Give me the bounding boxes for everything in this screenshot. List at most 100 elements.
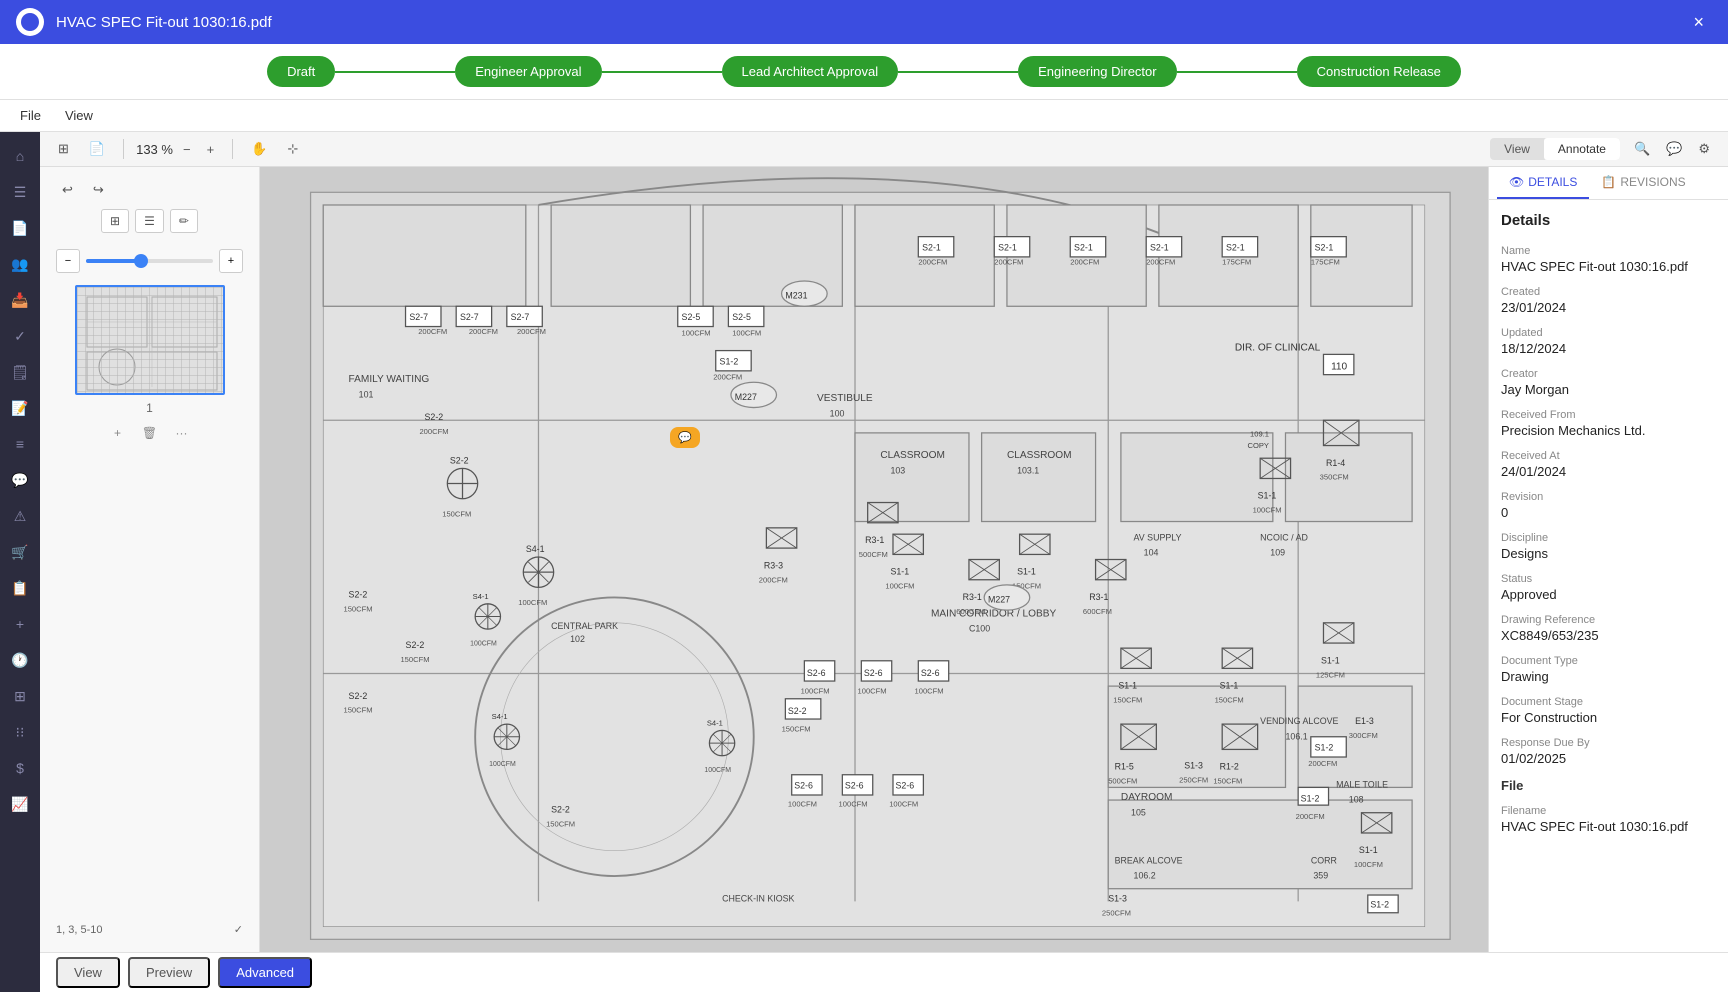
svg-text:200CFM: 200CFM <box>418 327 447 336</box>
workflow-pill-architect[interactable]: Lead Architect Approval <box>722 56 899 87</box>
sidebar-icon-inbox[interactable]: 📥 <box>4 284 36 316</box>
sidebar-icon-users[interactable]: 👥 <box>4 248 36 280</box>
page-mark-btn[interactable]: ✓ <box>234 923 243 936</box>
comment-bubble[interactable]: 💬 <box>670 427 700 448</box>
svg-text:CORR: CORR <box>1311 855 1337 865</box>
detail-received-from: Received From Precision Mechanics Ltd. <box>1501 409 1716 438</box>
sidebar-icon-menu[interactable]: ☰ <box>4 176 36 208</box>
workflow-pill-engineer[interactable]: Engineer Approval <box>455 56 601 87</box>
sidebar-icon-chart[interactable]: 📈 <box>4 788 36 820</box>
sidebar-icon-plus[interactable]: + <box>4 608 36 640</box>
svg-text:M227: M227 <box>988 595 1010 605</box>
document-icon-btn[interactable]: 📄 <box>83 138 111 160</box>
svg-text:S1-1: S1-1 <box>1258 491 1277 501</box>
menu-bar: File View <box>0 100 1728 132</box>
detail-status-value: Approved <box>1501 587 1716 602</box>
svg-text:S2-7: S2-7 <box>409 312 428 322</box>
svg-text:100CFM: 100CFM <box>839 799 868 808</box>
tab-details[interactable]: 👁 DETAILS <box>1497 167 1589 199</box>
sidebar-icon-doc2[interactable]: 📝 <box>4 392 36 424</box>
detail-doc-stage: Document Stage For Construction <box>1501 696 1716 725</box>
sidebar-icon-clock[interactable]: 🕐 <box>4 644 36 676</box>
svg-text:S1-1: S1-1 <box>1321 655 1340 665</box>
app-logo <box>16 8 44 36</box>
select-btn[interactable]: ⊹ <box>281 138 304 160</box>
svg-text:175CFM: 175CFM <box>1311 257 1340 266</box>
thumbnail-toggle-btn[interactable]: ⊞ <box>52 138 75 160</box>
sidebar-icon-file2[interactable]: 📋 <box>4 572 36 604</box>
svg-text:S1-1: S1-1 <box>1220 681 1239 691</box>
delete-page-btn[interactable]: 🗑 <box>138 421 162 445</box>
detail-revision-value: 0 <box>1501 505 1716 520</box>
detail-file-section-label: File <box>1501 778 1716 793</box>
workflow-pill-director[interactable]: Engineering Director <box>1018 56 1177 87</box>
svg-text:R1-5: R1-5 <box>1115 762 1134 772</box>
bottom-tab-view[interactable]: View <box>56 957 120 988</box>
zoom-slider-minus[interactable]: − <box>56 249 80 273</box>
svg-text:100CFM: 100CFM <box>801 687 830 696</box>
sidebar-icon-check[interactable]: ✓ <box>4 320 36 352</box>
redo-btn[interactable]: ↪ <box>87 179 110 201</box>
zoom-in-btn[interactable]: + <box>201 139 221 160</box>
thumb-grid-btn[interactable]: ⊞ <box>101 209 129 233</box>
sidebar-icon-list2[interactable]: ⁝⁝ <box>4 716 36 748</box>
svg-text:CLASSROOM: CLASSROOM <box>1007 450 1072 461</box>
sidebar-icon-warning[interactable]: ⚠ <box>4 500 36 532</box>
comment-btn[interactable]: 💬 <box>1660 138 1688 160</box>
svg-text:109: 109 <box>1270 548 1285 558</box>
svg-text:S2-1: S2-1 <box>1226 243 1245 253</box>
menu-file[interactable]: File <box>16 106 45 125</box>
blueprint-container: 💬 <box>260 167 1488 952</box>
workflow-line-4 <box>1177 71 1297 73</box>
tab-revisions[interactable]: 📋 REVISIONS <box>1589 167 1697 199</box>
svg-text:100CFM: 100CFM <box>885 582 914 591</box>
detail-received-from-value: Precision Mechanics Ltd. <box>1501 423 1716 438</box>
settings-btn[interactable]: ⚙ <box>1692 138 1716 160</box>
undo-btn[interactable]: ↩ <box>56 179 79 201</box>
page-range: 1, 3, 5-10 ✓ <box>48 915 251 944</box>
sidebar-icon-comment[interactable]: 💬 <box>4 464 36 496</box>
pan-btn[interactable]: ✋ <box>245 138 273 160</box>
zoom-out-btn[interactable]: − <box>177 139 197 160</box>
svg-text:150CFM: 150CFM <box>400 655 429 664</box>
sidebar-icon-list[interactable]: ≡ <box>4 428 36 460</box>
sidebar-icon-file[interactable]: 📄 <box>4 212 36 244</box>
workflow-pill-construction[interactable]: Construction Release <box>1297 56 1461 87</box>
search-btn[interactable]: 🔍 <box>1628 138 1656 160</box>
bottom-tab-preview[interactable]: Preview <box>128 957 210 988</box>
sidebar-icon-dollar[interactable]: $ <box>4 752 36 784</box>
thumb-edit-btn[interactable]: ✏ <box>170 209 198 233</box>
svg-text:250CFM: 250CFM <box>1102 908 1131 917</box>
svg-text:S1-1: S1-1 <box>890 567 909 577</box>
sidebar-icon-doc[interactable]: 🗒 <box>4 356 36 388</box>
zoom-slider-plus[interactable]: + <box>219 249 243 273</box>
sidebar-icon-home[interactable]: ⌂ <box>4 140 36 172</box>
thumb-list-btn[interactable]: ☰ <box>135 209 164 233</box>
svg-text:CHECK-IN KIOSK: CHECK-IN KIOSK <box>722 893 794 903</box>
detail-revision-label: Revision <box>1501 491 1716 503</box>
svg-text:S4-1: S4-1 <box>473 592 489 601</box>
view-btn[interactable]: View <box>1490 138 1544 160</box>
svg-text:E1-3: E1-3 <box>1355 716 1374 726</box>
svg-text:S2-6: S2-6 <box>864 668 883 678</box>
sidebar-icon-cart[interactable]: 🛒 <box>4 536 36 568</box>
workflow-pill-draft[interactable]: Draft <box>267 56 335 87</box>
detail-received-at-value: 24/01/2024 <box>1501 464 1716 479</box>
zoom-slider[interactable] <box>86 259 213 263</box>
page-thumbnail[interactable] <box>75 285 225 395</box>
svg-text:150CFM: 150CFM <box>1113 696 1142 705</box>
details-tab-label: DETAILS <box>1528 175 1577 189</box>
annotate-btn[interactable]: Annotate <box>1544 138 1620 160</box>
close-button[interactable]: × <box>1685 8 1712 37</box>
menu-view[interactable]: View <box>61 106 97 125</box>
svg-text:S2-2: S2-2 <box>349 691 368 701</box>
detail-creator: Creator Jay Morgan <box>1501 368 1716 397</box>
svg-text:600CFM: 600CFM <box>1083 607 1112 616</box>
bottom-tab-advanced[interactable]: Advanced <box>218 957 312 988</box>
sidebar-icon-grid[interactable]: ⊞ <box>4 680 36 712</box>
more-page-btn[interactable]: ··· <box>170 421 194 445</box>
svg-text:100CFM: 100CFM <box>470 641 497 648</box>
add-page-btn[interactable]: + <box>106 421 130 445</box>
svg-text:106.2: 106.2 <box>1134 871 1156 881</box>
svg-text:FAMILY WAITING: FAMILY WAITING <box>349 374 430 385</box>
